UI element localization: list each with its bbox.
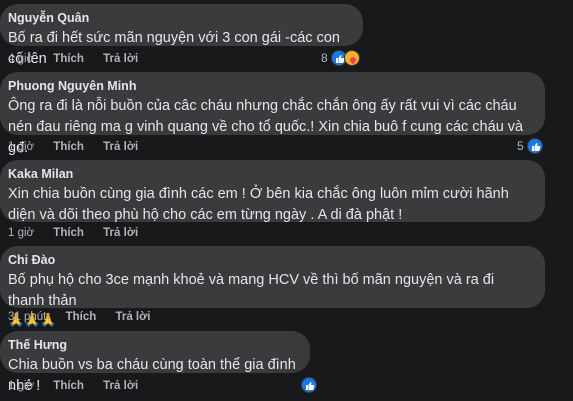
like-icon <box>526 138 543 154</box>
comment-author[interactable]: Phuong Nguyên Minh <box>8 78 533 94</box>
reply-link[interactable]: Trả lời <box>103 53 138 65</box>
like-link[interactable]: Thích <box>53 53 84 65</box>
comment-actions: 1 giờ Thích Trả lời <box>8 379 154 393</box>
like-link[interactable]: Thích <box>66 311 97 323</box>
like-icon <box>301 377 317 393</box>
comment-time[interactable]: 31 phút <box>8 311 46 323</box>
reaction-summary[interactable]: 5 <box>517 138 543 154</box>
comment-author[interactable]: Chi Đào <box>8 252 533 268</box>
care-icon <box>343 50 360 66</box>
reply-link[interactable]: Trả lời <box>103 380 138 392</box>
reaction-count: 8 <box>321 51 328 65</box>
like-link[interactable]: Thích <box>53 141 84 153</box>
comment-text: Xin chia buồn cùng gia đình các em ! Ở b… <box>8 186 509 223</box>
comment-actions: 4 giờ Thích Trả lời <box>8 52 154 66</box>
comment-bubble: Nguyễn Quân Bố ra đi hết sức mãn nguyện … <box>0 4 363 67</box>
reaction-summary[interactable] <box>301 377 317 393</box>
comment-time[interactable]: 1 giờ <box>8 141 34 153</box>
comment-author[interactable]: Thế Hưng <box>8 337 298 353</box>
comment-time[interactable]: 1 giờ <box>8 380 34 392</box>
comment-bubble: Thế Hưng Chia buồn vs ba cháu cùng toàn … <box>0 331 310 394</box>
comment-text: Bố phụ hộ cho 3ce mạnh khoẻ và mang HCV … <box>8 272 495 309</box>
reply-link[interactable]: Trả lời <box>103 227 138 239</box>
comment-actions: 1 giờ Thích Trả lời <box>8 140 154 154</box>
comment-author[interactable]: Nguyễn Quân <box>8 10 351 26</box>
comment-time[interactable]: 1 giờ <box>8 227 34 239</box>
comment-time[interactable]: 4 giờ <box>8 53 34 65</box>
comment-bubble: Kaka Milan Xin chia buồn cùng gia đình c… <box>0 160 545 223</box>
reaction-count: 5 <box>517 139 524 153</box>
comment-bubble: Phuong Nguyên Minh Ông ra đi là nỗi buồn… <box>0 72 545 156</box>
like-link[interactable]: Thích <box>53 227 84 239</box>
comment-actions: 31 phút Thích Trả lời <box>8 310 166 324</box>
reply-link[interactable]: Trả lời <box>103 141 138 153</box>
like-link[interactable]: Thích <box>53 380 84 392</box>
reaction-summary[interactable]: 8 <box>321 50 360 66</box>
reply-link[interactable]: Trả lời <box>115 311 150 323</box>
comment-bubble: Chi Đào Bố phụ hộ cho 3ce mạnh khoẻ và m… <box>0 246 545 327</box>
comment-actions: 1 giờ Thích Trả lời <box>8 226 154 240</box>
comment-author[interactable]: Kaka Milan <box>8 166 533 182</box>
